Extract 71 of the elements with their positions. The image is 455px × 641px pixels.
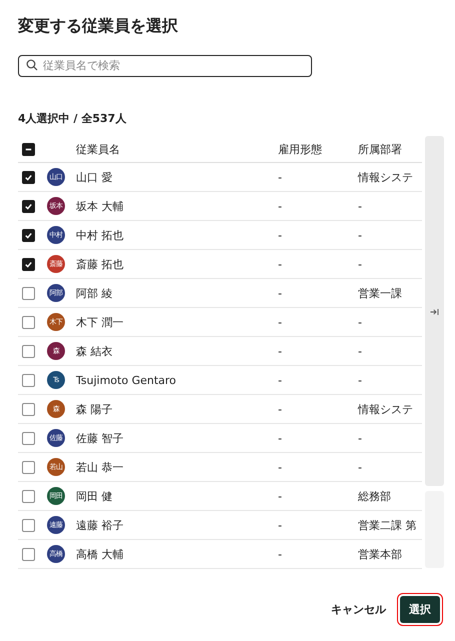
- checkbox[interactable]: [22, 374, 35, 386]
- employee-name: 斎藤 拓也: [76, 256, 124, 272]
- table-cell-text: -: [278, 432, 283, 444]
- arrow-to-bar-icon[interactable]: [430, 308, 439, 316]
- employee-name: 山口 愛: [76, 170, 114, 184]
- table-cell-text: -: [278, 200, 283, 212]
- employee-name: 遠藤 裕子: [76, 518, 124, 532]
- employee-name: 森 陽子: [76, 402, 114, 416]
- check-icon: [24, 230, 33, 240]
- table-cell-text: 情報システ: [358, 170, 414, 184]
- table-cell-text: -: [278, 316, 283, 328]
- checkbox[interactable]: [22, 344, 35, 358]
- checkbox[interactable]: [22, 228, 35, 242]
- table-cell-text: -: [358, 344, 363, 358]
- checkbox[interactable]: [22, 460, 35, 474]
- checkbox[interactable]: [22, 548, 35, 560]
- search-field[interactable]: 従業員名で検索: [18, 54, 312, 76]
- table-cell-text: -: [278, 170, 283, 184]
- employee-name: 中村 拓也: [76, 228, 124, 242]
- column-header: 所属部署: [358, 142, 403, 156]
- search-icon: [26, 59, 38, 71]
- checkbox[interactable]: [22, 402, 35, 416]
- employee-name: 若山 恭一: [76, 460, 124, 474]
- table-cell-text: -: [358, 374, 363, 386]
- checkbox[interactable]: [22, 170, 35, 184]
- table-cell-text: -: [278, 548, 283, 560]
- column-header: 従業員名: [76, 142, 121, 156]
- select-button[interactable]: 選択: [400, 596, 440, 623]
- table-cell-text: 営業二課 第: [358, 518, 418, 532]
- employee-name: 森 結衣: [76, 344, 114, 358]
- check-icon: [24, 202, 33, 210]
- checkbox[interactable]: [22, 258, 35, 270]
- table-cell-text: -: [278, 228, 283, 242]
- employee-name: 阿部 綾: [76, 286, 114, 300]
- checkbox[interactable]: [22, 200, 35, 212]
- employee-name: 高橋 大輔: [76, 546, 124, 562]
- table-cell-text: 情報システ: [358, 402, 414, 416]
- table-cell-text: -: [358, 316, 363, 328]
- dialog-title: 変更する従業員を選択: [18, 16, 179, 36]
- table-cell-text: -: [278, 402, 283, 416]
- check-icon: [24, 172, 33, 182]
- checkbox[interactable]: [22, 490, 35, 502]
- employee-name: 坂本 大輔: [76, 198, 124, 214]
- table-cell-text: 営業一課: [358, 286, 403, 300]
- cancel-button[interactable]: キャンセル: [331, 602, 386, 617]
- table-cell-text: -: [358, 200, 363, 212]
- employee-name: 木下 潤一: [76, 314, 124, 330]
- table-cell-text: 総務部: [358, 488, 392, 504]
- table-cell-text: -: [278, 344, 283, 358]
- checkbox[interactable]: [22, 316, 35, 328]
- employee-name: 佐藤 智子: [76, 430, 124, 446]
- checkbox[interactable]: [22, 432, 35, 444]
- table-cell-text: -: [278, 258, 283, 270]
- table-cell-text: -: [358, 258, 363, 270]
- table-cell-text: -: [278, 286, 283, 300]
- selection-count: 4人選択中 / 全537人: [18, 112, 128, 126]
- employee-name: Tsujimoto Gentaro: [76, 374, 178, 386]
- checkbox[interactable]: [22, 286, 35, 300]
- checkbox[interactable]: [22, 142, 35, 156]
- table-cell-text: 営業本部: [358, 546, 403, 562]
- table-cell-text: -: [358, 432, 363, 444]
- table-cell-text: -: [278, 460, 283, 474]
- table-cell-text: -: [358, 460, 363, 474]
- column-header: 雇用形態: [278, 142, 323, 156]
- table-cell-text: -: [358, 228, 363, 242]
- checkbox[interactable]: [22, 518, 35, 532]
- table-cell-text: -: [278, 374, 283, 386]
- employee-name: 岡田 健: [76, 488, 114, 504]
- table-cell-text: -: [278, 490, 283, 502]
- table-cell-text: -: [278, 518, 283, 532]
- check-icon: [24, 260, 33, 268]
